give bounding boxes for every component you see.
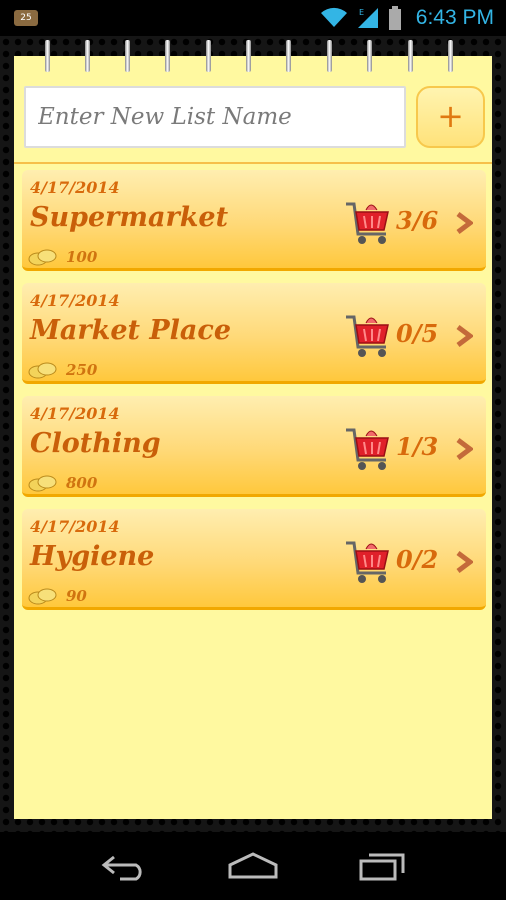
ring-icon (448, 40, 453, 72)
ring-icon (367, 40, 372, 72)
ring-icon (125, 40, 130, 72)
ring-icon (206, 40, 211, 72)
clock: 6:43 PM (415, 6, 494, 29)
add-list-button[interactable]: + (416, 86, 485, 148)
svg-text:E: E (359, 8, 364, 17)
item-count: 1/3 (396, 432, 439, 461)
recent-apps-icon (359, 853, 405, 881)
chevron-right-icon (456, 438, 473, 460)
coins-icon (28, 249, 57, 266)
shopping-cart-icon (346, 428, 389, 470)
home-button[interactable] (218, 841, 288, 891)
item-count: 3/6 (396, 206, 439, 235)
back-button[interactable] (89, 841, 159, 891)
coins-icon (28, 362, 57, 379)
shopping-cart-icon (346, 202, 389, 244)
spiral-rings (14, 40, 492, 76)
divider (14, 162, 492, 164)
list-date: 4/17/2014 (30, 178, 120, 197)
list-budget: 100 (66, 248, 98, 266)
list-name: Market Place (30, 315, 232, 346)
ring-icon (246, 40, 251, 72)
chevron-right-icon (456, 212, 473, 234)
ring-icon (165, 40, 170, 72)
new-list-name-input[interactable] (24, 86, 406, 148)
notification-icon[interactable]: 25 (14, 10, 38, 26)
coins-icon (28, 588, 57, 605)
list-item[interactable]: 4/17/2014 Clothing 800 1/3 (22, 396, 486, 497)
recent-apps-button[interactable] (347, 841, 417, 891)
chevron-right-icon (456, 325, 473, 347)
list-budget: 800 (66, 474, 98, 492)
status-icons: E 6:43 PM (320, 0, 494, 36)
ring-icon (327, 40, 332, 72)
status-bar: 25 E 6:43 PM (0, 0, 506, 36)
shopping-lists: 4/17/2014 Supermarket 100 3/6 4/17/2014 … (22, 170, 486, 622)
ring-icon (85, 40, 90, 72)
list-date: 4/17/2014 (30, 404, 120, 423)
signal-icon: E (357, 8, 378, 28)
item-count: 0/2 (396, 545, 439, 574)
list-budget: 250 (66, 361, 98, 379)
item-count: 0/5 (396, 319, 439, 348)
ring-icon (286, 40, 291, 72)
list-name: Clothing (30, 428, 161, 459)
list-item[interactable]: 4/17/2014 Supermarket 100 3/6 (22, 170, 486, 271)
ring-icon (45, 40, 50, 72)
coins-icon (28, 475, 57, 492)
list-item[interactable]: 4/17/2014 Hygiene 90 0/2 (22, 509, 486, 610)
ring-icon (408, 40, 413, 72)
list-date: 4/17/2014 (30, 291, 120, 310)
back-icon (101, 855, 142, 881)
shopping-cart-icon (346, 315, 389, 357)
wifi-icon (320, 7, 347, 27)
chevron-right-icon (456, 551, 473, 573)
home-icon (228, 852, 278, 879)
list-item[interactable]: 4/17/2014 Market Place 250 0/5 (22, 283, 486, 384)
list-date: 4/17/2014 (30, 517, 120, 536)
battery-icon (388, 6, 401, 30)
list-name: Supermarket (30, 202, 229, 233)
shopping-cart-icon (346, 541, 389, 583)
list-budget: 90 (66, 587, 87, 605)
navigation-bar (0, 832, 506, 900)
list-name: Hygiene (30, 541, 155, 572)
